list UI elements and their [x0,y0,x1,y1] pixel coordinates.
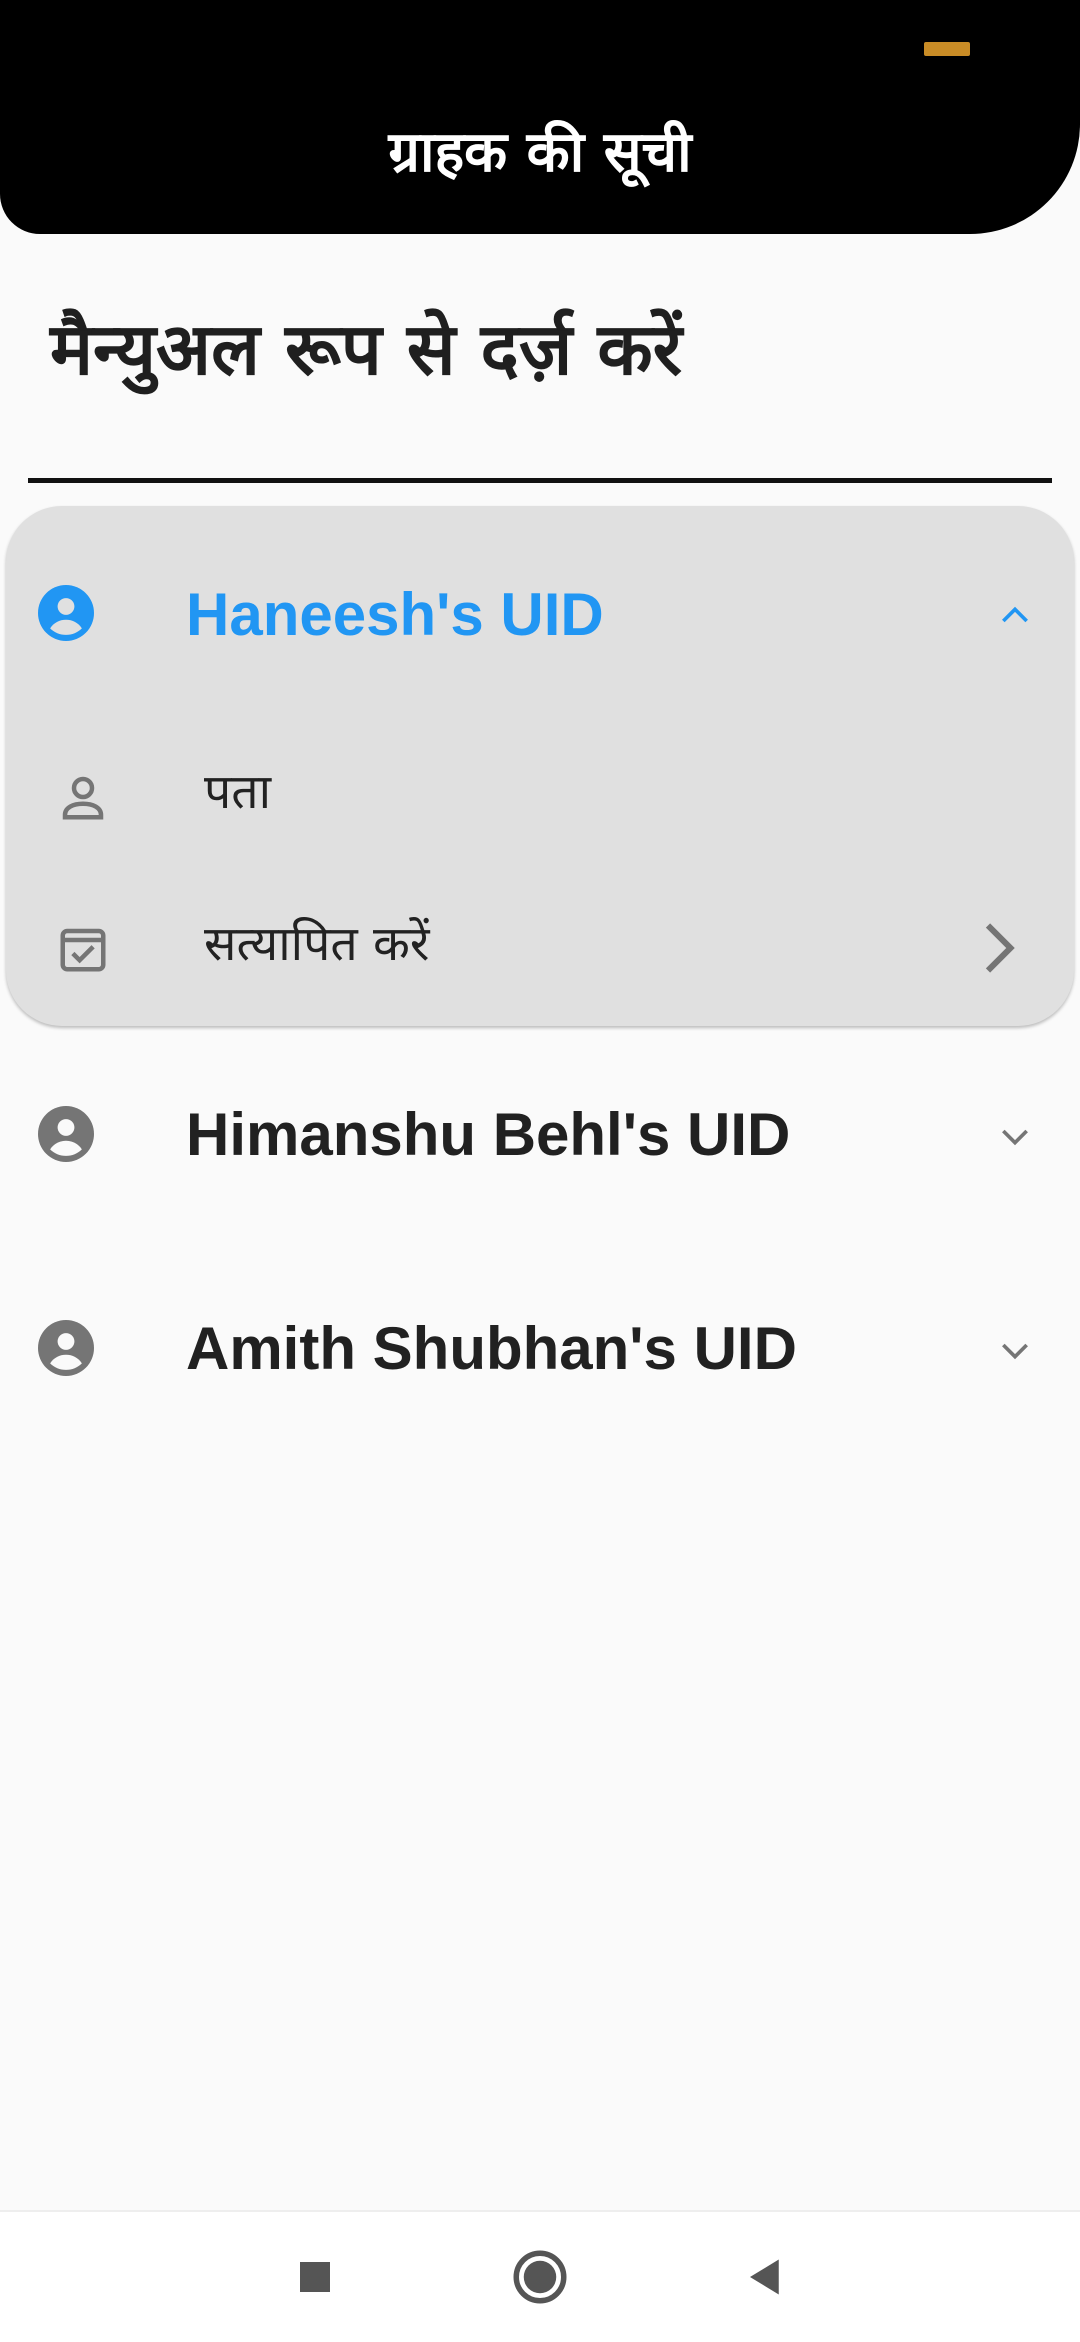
chevron-down-icon[interactable] [990,1330,1040,1370]
account-circle-icon [38,585,94,641]
section-divider [28,478,1052,483]
app-header: ग्राहक की सूची [0,0,1080,234]
triangle-back-icon [750,2259,779,2295]
person-outline-icon [62,776,104,820]
status-indicator [924,42,970,56]
customer-name: Haneesh's UID [186,581,604,648]
square-icon [300,2262,330,2292]
account-circle-icon [38,1106,94,1162]
chevron-up-icon[interactable] [990,596,1040,636]
account-circle-icon [38,1320,94,1376]
circle-home-icon [513,2250,567,2304]
manual-entry-title[interactable]: मैन्युअल रूप से दर्ज़ करें [50,298,682,396]
sub-item-verify[interactable]: सत्यापित करें [0,890,1080,1000]
system-navigation-bar [0,2210,1080,2342]
recent-apps-button[interactable] [250,2212,380,2342]
home-button[interactable] [475,2212,605,2342]
customer-row-haneesh[interactable]: Haneesh's UID [0,560,1080,670]
back-button[interactable] [700,2212,830,2342]
customer-row-himanshu[interactable]: Himanshu Behl's UID [0,1080,1080,1190]
customer-row-amith[interactable]: Amith Shubhan's UID [0,1294,1080,1404]
chevron-down-icon[interactable] [990,1116,1040,1156]
customer-name: Himanshu Behl's UID [186,1101,791,1168]
checkbox-icon [60,928,106,972]
sub-item-address[interactable]: पता [0,740,1080,850]
page-title: ग्राहक की सूची [388,120,692,185]
customer-name: Amith Shubhan's UID [186,1315,797,1382]
verify-label: सत्यापित करें [204,916,430,972]
chevron-right-icon [985,923,1015,973]
address-label: पता [204,764,272,820]
